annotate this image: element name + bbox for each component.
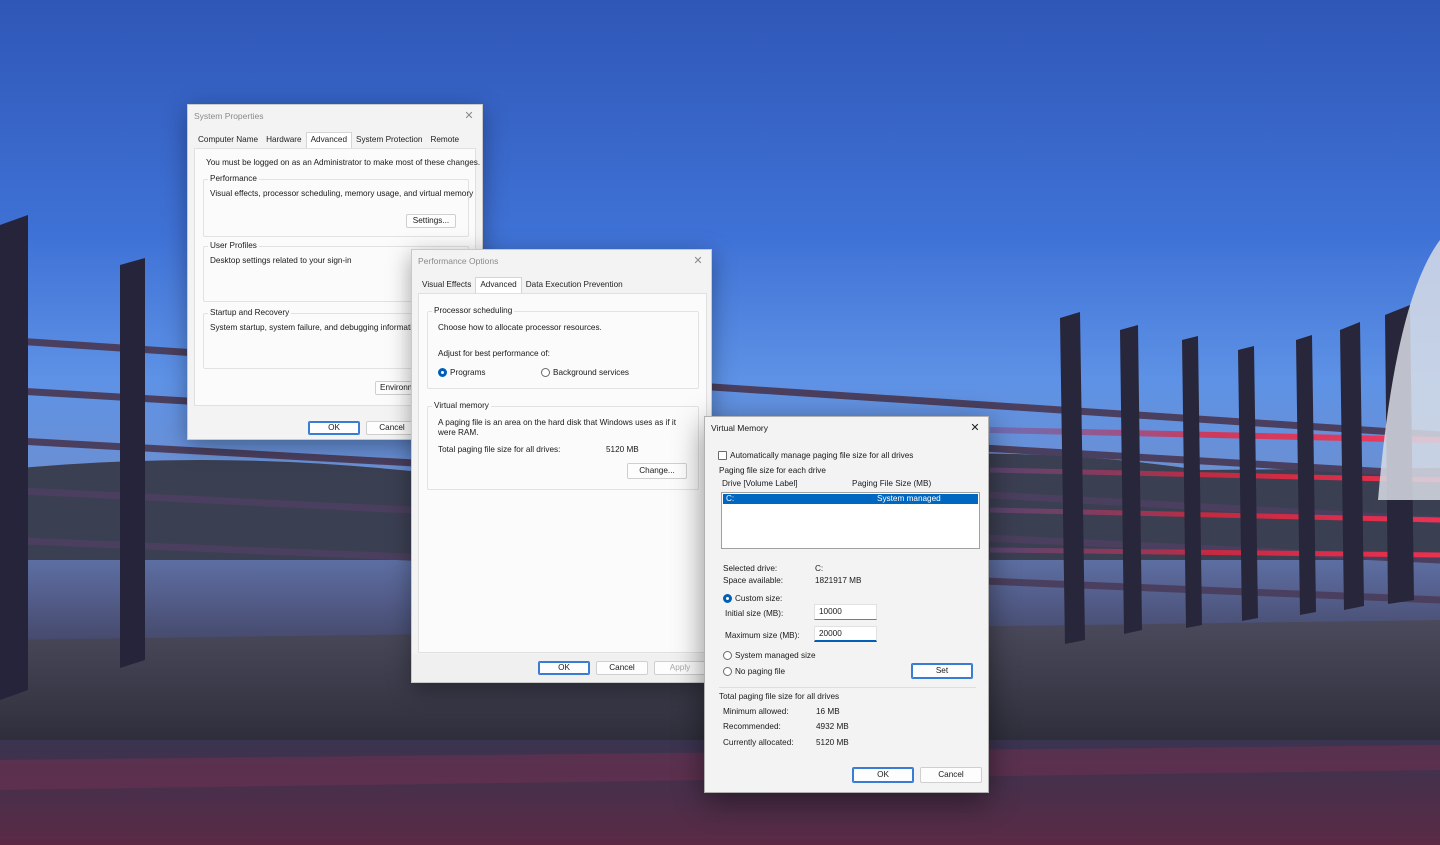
processor-scheduling-title: Processor scheduling — [432, 306, 515, 315]
performance-description: Visual effects, processor scheduling, me… — [210, 189, 474, 198]
close-icon[interactable]: ✕ — [691, 254, 705, 268]
close-icon[interactable]: ✕ — [462, 109, 476, 123]
initial-size-label: Initial size (MB): — [725, 609, 784, 618]
size-column-header: Paging File Size (MB) — [852, 479, 932, 488]
currently-allocated-label: Currently allocated: — [723, 738, 794, 747]
system-properties-titlebar[interactable]: System Properties — [188, 105, 482, 127]
performance-settings-button[interactable]: Settings... — [406, 214, 456, 228]
performance-options-tabs: Visual Effects Advanced Data Execution P… — [418, 277, 627, 293]
ok-button[interactable]: OK — [538, 661, 590, 675]
performance-options-window: Performance Options ✕ Visual Effects Adv… — [411, 249, 712, 683]
drive-cell: C: — [726, 494, 735, 503]
ok-button[interactable]: OK — [852, 767, 914, 783]
total-paging-label: Total paging file size for all drives: — [438, 445, 561, 454]
tab-remote[interactable]: Remote — [426, 132, 463, 148]
ok-button[interactable]: OK — [308, 421, 360, 435]
performance-title: Performance — [208, 174, 259, 183]
adjust-for-label: Adjust for best performance of: — [438, 349, 550, 358]
system-managed-radio[interactable] — [723, 651, 732, 660]
change-button[interactable]: Change... — [627, 463, 687, 479]
custom-size-radio[interactable] — [723, 594, 732, 603]
tab-advanced[interactable]: Advanced — [475, 277, 522, 293]
window-title: System Properties — [194, 111, 264, 121]
per-drive-label: Paging file size for each drive — [719, 466, 826, 475]
system-properties-tabs: Computer Name Hardware Advanced System P… — [194, 132, 463, 148]
virtual-memory-group: Virtual memory A paging file is an area … — [427, 401, 699, 490]
maximum-size-input[interactable]: 20000 — [814, 626, 877, 642]
tab-computer-name[interactable]: Computer Name — [194, 132, 262, 148]
performance-options-titlebar[interactable]: Performance Options — [412, 250, 711, 272]
size-cell: System managed — [877, 494, 941, 503]
performance-group: Performance Visual effects, processor sc… — [203, 174, 473, 237]
startup-recovery-title: Startup and Recovery — [208, 308, 292, 317]
startup-recovery-description: System startup, system failure, and debu… — [210, 323, 422, 332]
performance-options-footer: OK Cancel Apply — [412, 654, 711, 682]
tab-data-execution-prevention[interactable]: Data Execution Prevention — [522, 277, 627, 293]
tab-hardware[interactable]: Hardware — [262, 132, 306, 148]
processor-scheduling-description: Choose how to allocate processor resourc… — [438, 323, 602, 332]
programs-label[interactable]: Programs — [450, 368, 486, 377]
close-icon[interactable]: ✕ — [968, 421, 982, 435]
currently-allocated-value: 5120 MB — [816, 738, 849, 747]
auto-manage-checkbox[interactable] — [718, 451, 727, 460]
selected-drive-label: Selected drive: — [723, 564, 778, 573]
set-button[interactable]: Set — [911, 663, 973, 679]
drive-column-header: Drive [Volume Label] — [722, 479, 798, 488]
initial-size-input[interactable]: 10000 — [814, 604, 877, 620]
cancel-button[interactable]: Cancel — [596, 661, 648, 675]
window-title: Performance Options — [418, 256, 499, 266]
performance-advanced-panel: Processor scheduling Choose how to alloc… — [418, 293, 707, 653]
totals-title: Total paging file size for all drives — [719, 692, 840, 701]
user-profiles-description: Desktop settings related to your sign-in — [210, 256, 352, 265]
minimum-allowed-value: 16 MB — [816, 707, 840, 716]
space-available-value: 1821917 MB — [815, 576, 862, 585]
auto-manage-label[interactable]: Automatically manage paging file size fo… — [730, 451, 913, 460]
divider — [719, 687, 976, 688]
tab-visual-effects[interactable]: Visual Effects — [418, 277, 475, 293]
user-profiles-title: User Profiles — [208, 241, 259, 250]
minimum-allowed-label: Minimum allowed: — [723, 707, 789, 716]
custom-size-label[interactable]: Custom size: — [735, 594, 782, 603]
virtual-memory-titlebar[interactable]: Virtual Memory — [705, 417, 988, 439]
drive-list[interactable]: C: System managed — [721, 492, 980, 549]
virtual-memory-window: Virtual Memory ✕ Automatically manage pa… — [704, 416, 989, 793]
tab-system-protection[interactable]: System Protection — [352, 132, 426, 148]
admin-note: You must be logged on as an Administrato… — [206, 158, 481, 167]
space-available-label: Space available: — [723, 576, 784, 585]
system-managed-label[interactable]: System managed size — [735, 651, 816, 660]
window-title: Virtual Memory — [711, 423, 768, 433]
list-item[interactable]: C: System managed — [723, 494, 978, 504]
recommended-value: 4932 MB — [816, 722, 849, 731]
maximum-size-label: Maximum size (MB): — [725, 631, 800, 640]
virtual-memory-description-line2: were RAM. — [438, 428, 479, 437]
tab-advanced[interactable]: Advanced — [305, 132, 352, 148]
no-paging-file-label[interactable]: No paging file — [735, 667, 785, 676]
total-paging-value: 5120 MB — [606, 445, 639, 454]
processor-scheduling-group: Processor scheduling Choose how to alloc… — [427, 306, 699, 389]
background-services-radio[interactable] — [541, 368, 550, 377]
no-paging-file-radio[interactable] — [723, 667, 732, 676]
virtual-memory-description-line1: A paging file is an area on the hard dis… — [438, 418, 677, 427]
apply-button[interactable]: Apply — [654, 661, 706, 675]
selected-drive-value: C: — [815, 564, 824, 573]
virtual-memory-title: Virtual memory — [432, 401, 491, 410]
cancel-button[interactable]: Cancel — [920, 767, 982, 783]
background-services-label[interactable]: Background services — [553, 368, 629, 377]
programs-radio[interactable] — [438, 368, 447, 377]
recommended-label: Recommended: — [723, 722, 781, 731]
